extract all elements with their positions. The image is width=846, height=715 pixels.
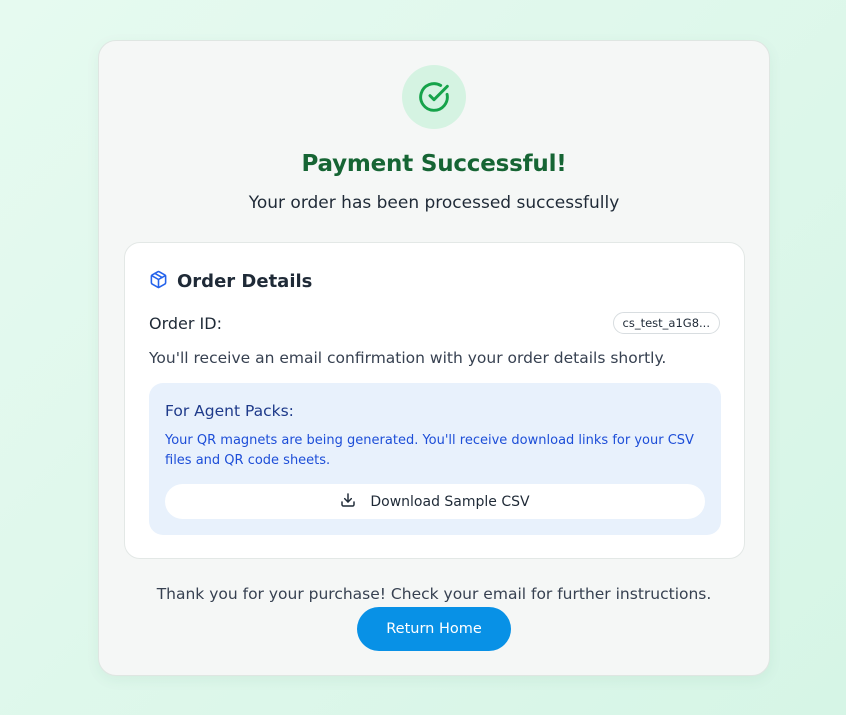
agent-packs-info-box: For Agent Packs: Your QR magnets are bei… bbox=[149, 383, 721, 535]
download-button-label: Download Sample CSV bbox=[370, 493, 530, 510]
return-home-button[interactable]: Return Home bbox=[357, 607, 511, 651]
order-details-title: Order Details bbox=[177, 271, 313, 292]
page-title: Payment Successful! bbox=[301, 151, 567, 177]
thank-you-message: Thank you for your purchase! Check your … bbox=[156, 585, 712, 603]
check-circle-icon bbox=[402, 65, 466, 129]
agent-packs-text: Your QR magnets are being generated. You… bbox=[165, 433, 694, 468]
order-details-panel: Order Details Order ID: cs_test_a1G8... … bbox=[124, 242, 745, 559]
email-confirmation-note: You'll receive an email confirmation wit… bbox=[149, 349, 667, 367]
order-id-label: Order ID: bbox=[149, 314, 222, 333]
download-icon bbox=[340, 492, 356, 512]
order-details-header: Order Details bbox=[149, 270, 312, 293]
agent-packs-title: For Agent Packs: bbox=[165, 402, 294, 420]
download-sample-csv-button[interactable]: Download Sample CSV bbox=[165, 484, 705, 519]
order-id-badge: cs_test_a1G8... bbox=[612, 312, 720, 334]
package-icon bbox=[149, 270, 168, 293]
page-subtitle: Your order has been processed successful… bbox=[248, 193, 620, 213]
payment-success-card: Payment Successful! Your order has been … bbox=[98, 40, 770, 676]
